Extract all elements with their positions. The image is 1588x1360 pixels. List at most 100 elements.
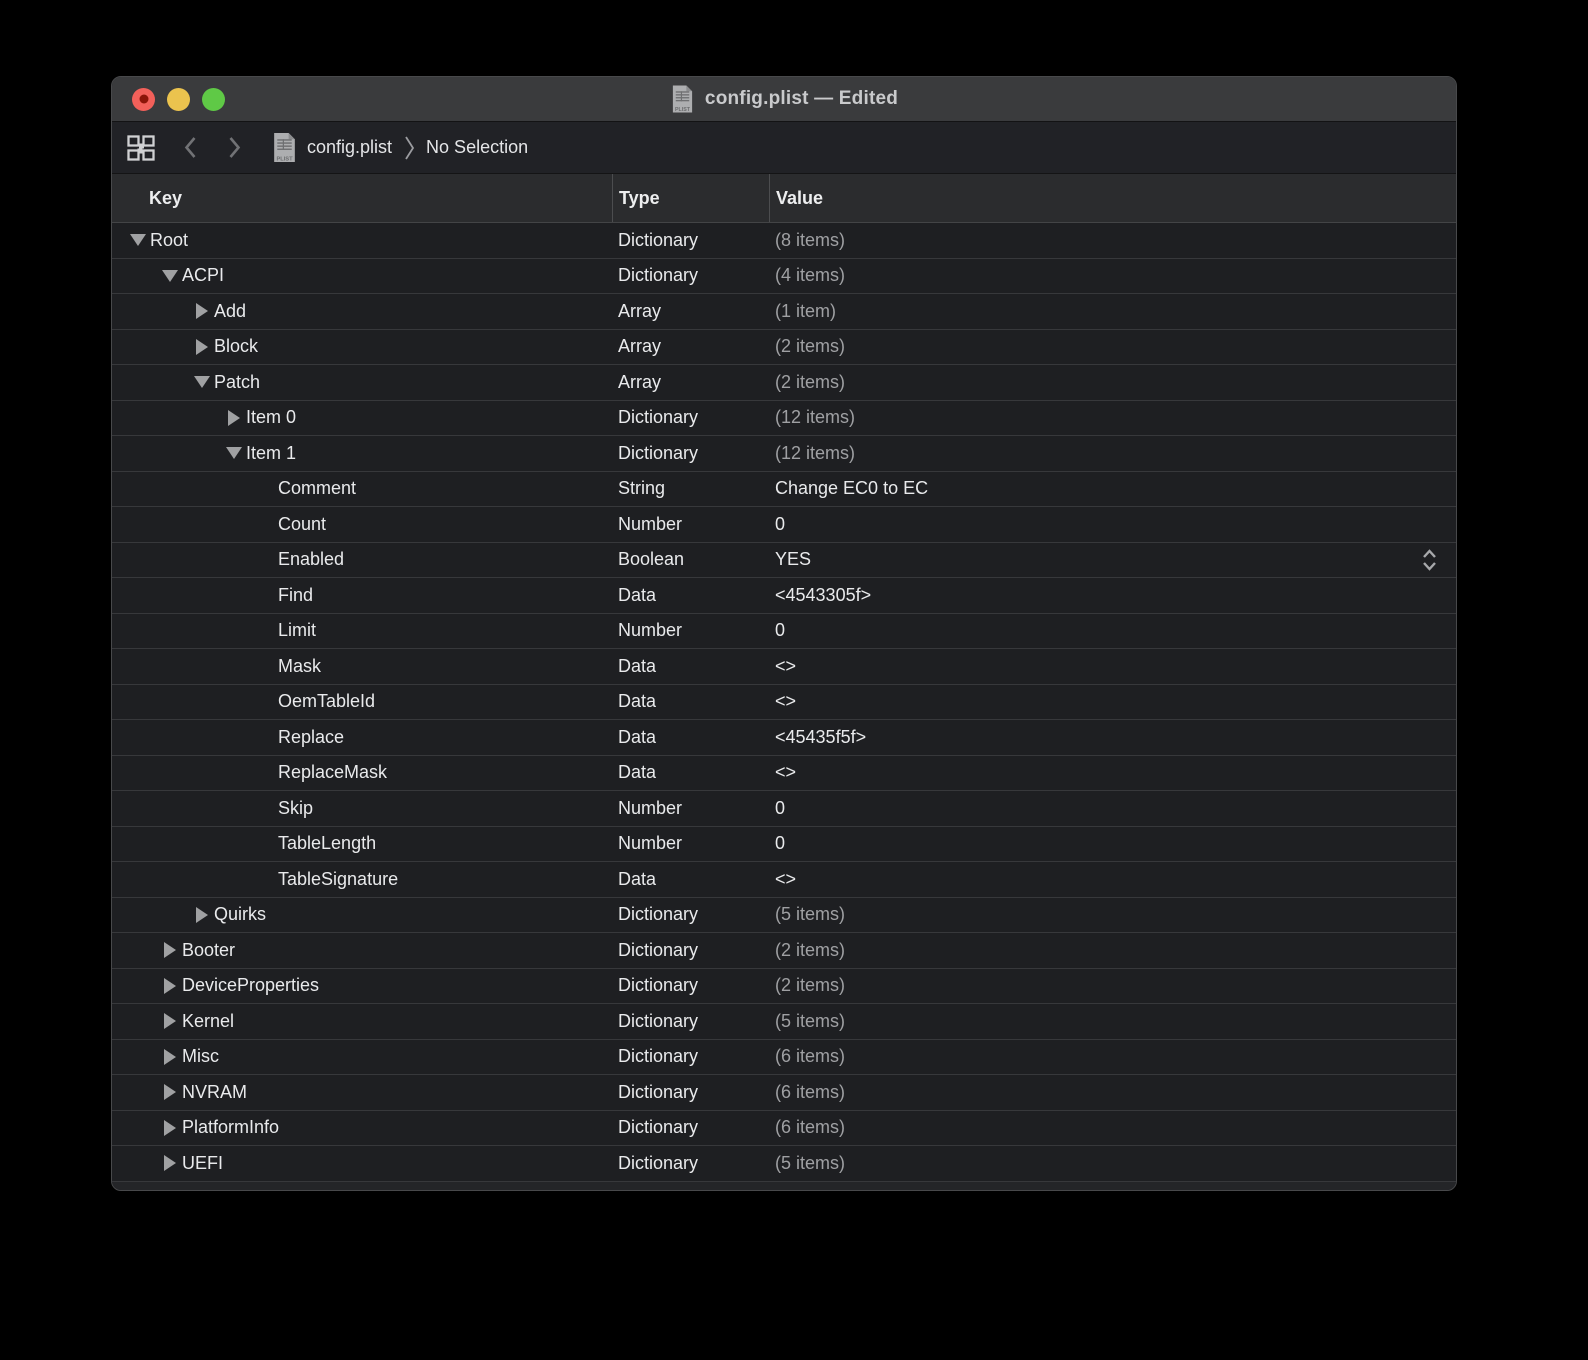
- disclosure-triangle-icon[interactable]: [161, 1120, 178, 1136]
- table-row[interactable]: Skip Number 0: [112, 791, 1456, 827]
- type-cell[interactable]: Dictionary: [612, 1075, 769, 1110]
- disclosure-triangle-icon[interactable]: [193, 303, 210, 319]
- back-button[interactable]: [182, 134, 199, 161]
- value-cell[interactable]: 0: [769, 614, 1456, 649]
- disclosure-triangle-icon[interactable]: [161, 1049, 178, 1065]
- type-cell[interactable]: Data: [612, 862, 769, 897]
- type-cell[interactable]: Dictionary: [612, 259, 769, 294]
- type-cell[interactable]: Dictionary: [612, 401, 769, 436]
- type-cell[interactable]: Dictionary: [612, 436, 769, 471]
- table-row[interactable]: TableSignature Data <>: [112, 862, 1456, 898]
- type-cell[interactable]: Array: [612, 330, 769, 365]
- table-row[interactable]: TableLength Number 0: [112, 827, 1456, 863]
- disclosure-triangle-icon[interactable]: [161, 1013, 178, 1029]
- type-cell[interactable]: Data: [612, 756, 769, 791]
- disclosure-triangle-icon[interactable]: [225, 447, 242, 459]
- value-cell[interactable]: (5 items): [769, 1004, 1456, 1039]
- type-cell[interactable]: Number: [612, 827, 769, 862]
- table-row[interactable]: Comment String Change EC0 to EC: [112, 472, 1456, 508]
- type-cell[interactable]: Array: [612, 365, 769, 400]
- table-row[interactable]: Enabled Boolean YES: [112, 543, 1456, 579]
- type-cell[interactable]: Data: [612, 578, 769, 613]
- value-cell[interactable]: (6 items): [769, 1111, 1456, 1146]
- disclosure-triangle-icon[interactable]: [193, 907, 210, 923]
- boolean-stepper-icon[interactable]: [1421, 546, 1438, 573]
- table-row[interactable]: Item 1 Dictionary (12 items): [112, 436, 1456, 472]
- type-cell[interactable]: Number: [612, 507, 769, 542]
- table-row[interactable]: OemTableId Data <>: [112, 685, 1456, 721]
- type-cell[interactable]: Dictionary: [612, 223, 769, 258]
- table-row[interactable]: DeviceProperties Dictionary (2 items): [112, 969, 1456, 1005]
- type-cell[interactable]: Data: [612, 720, 769, 755]
- table-row[interactable]: UEFI Dictionary (5 items): [112, 1146, 1456, 1182]
- table-row[interactable]: ACPI Dictionary (4 items): [112, 259, 1456, 295]
- value-cell[interactable]: (4 items): [769, 259, 1456, 294]
- table-row[interactable]: Limit Number 0: [112, 614, 1456, 650]
- value-cell[interactable]: (2 items): [769, 365, 1456, 400]
- table-row[interactable]: Kernel Dictionary (5 items): [112, 1004, 1456, 1040]
- table-row[interactable]: Root Dictionary (8 items): [112, 223, 1456, 259]
- column-header-key[interactable]: Key: [112, 174, 612, 222]
- type-cell[interactable]: Number: [612, 791, 769, 826]
- column-header-value[interactable]: Value: [769, 174, 1456, 222]
- table-row[interactable]: Booter Dictionary (2 items): [112, 933, 1456, 969]
- type-cell[interactable]: Dictionary: [612, 1004, 769, 1039]
- minimize-button[interactable]: [167, 88, 190, 111]
- value-cell[interactable]: <45435f5f>: [769, 720, 1456, 755]
- value-cell[interactable]: 0: [769, 827, 1456, 862]
- value-cell[interactable]: (2 items): [769, 330, 1456, 365]
- value-cell[interactable]: <>: [769, 756, 1456, 791]
- disclosure-triangle-icon[interactable]: [225, 410, 242, 426]
- type-cell[interactable]: Data: [612, 685, 769, 720]
- value-cell[interactable]: (2 items): [769, 933, 1456, 968]
- type-cell[interactable]: Dictionary: [612, 969, 769, 1004]
- table-row[interactable]: Quirks Dictionary (5 items): [112, 898, 1456, 934]
- breadcrumb-file[interactable]: config.plist: [307, 137, 392, 158]
- forward-button[interactable]: [226, 134, 243, 161]
- value-cell[interactable]: <>: [769, 649, 1456, 684]
- disclosure-triangle-icon[interactable]: [161, 270, 178, 282]
- table-row[interactable]: Add Array (1 item): [112, 294, 1456, 330]
- disclosure-triangle-icon[interactable]: [161, 1084, 178, 1100]
- table-row[interactable]: Count Number 0: [112, 507, 1456, 543]
- type-cell[interactable]: Dictionary: [612, 1146, 769, 1181]
- table-row[interactable]: Patch Array (2 items): [112, 365, 1456, 401]
- value-cell[interactable]: (6 items): [769, 1075, 1456, 1110]
- breadcrumb-selection[interactable]: No Selection: [426, 137, 528, 158]
- value-cell[interactable]: <>: [769, 685, 1456, 720]
- type-cell[interactable]: Boolean: [612, 543, 769, 578]
- type-cell[interactable]: Array: [612, 294, 769, 329]
- table-row[interactable]: NVRAM Dictionary (6 items): [112, 1075, 1456, 1111]
- value-cell[interactable]: (8 items): [769, 223, 1456, 258]
- disclosure-triangle-icon[interactable]: [161, 978, 178, 994]
- value-cell[interactable]: Change EC0 to EC: [769, 472, 1456, 507]
- value-cell[interactable]: (6 items): [769, 1040, 1456, 1075]
- disclosure-triangle-icon[interactable]: [161, 1155, 178, 1171]
- related-items-icon[interactable]: [126, 133, 156, 163]
- value-cell[interactable]: (1 item): [769, 294, 1456, 329]
- type-cell[interactable]: Number: [612, 614, 769, 649]
- value-cell[interactable]: (2 items): [769, 969, 1456, 1004]
- value-cell[interactable]: (12 items): [769, 436, 1456, 471]
- disclosure-triangle-icon[interactable]: [161, 942, 178, 958]
- table-row[interactable]: Replace Data <45435f5f>: [112, 720, 1456, 756]
- value-cell[interactable]: 0: [769, 507, 1456, 542]
- disclosure-triangle-icon[interactable]: [193, 339, 210, 355]
- value-cell[interactable]: (5 items): [769, 1146, 1456, 1181]
- close-button[interactable]: [132, 88, 155, 111]
- table-row[interactable]: Block Array (2 items): [112, 330, 1456, 366]
- value-cell[interactable]: 0: [769, 791, 1456, 826]
- type-cell[interactable]: Dictionary: [612, 933, 769, 968]
- disclosure-triangle-icon[interactable]: [129, 234, 146, 246]
- type-cell[interactable]: Dictionary: [612, 1040, 769, 1075]
- table-row[interactable]: Mask Data <>: [112, 649, 1456, 685]
- zoom-button[interactable]: [202, 88, 225, 111]
- window-titlebar[interactable]: PLIST config.plist — Edited: [112, 77, 1456, 122]
- value-cell[interactable]: (12 items): [769, 401, 1456, 436]
- type-cell[interactable]: Dictionary: [612, 898, 769, 933]
- table-row[interactable]: Item 0 Dictionary (12 items): [112, 401, 1456, 437]
- type-cell[interactable]: Data: [612, 649, 769, 684]
- table-row[interactable]: Find Data <4543305f>: [112, 578, 1456, 614]
- value-cell[interactable]: YES: [769, 543, 1456, 578]
- table-row[interactable]: PlatformInfo Dictionary (6 items): [112, 1111, 1456, 1147]
